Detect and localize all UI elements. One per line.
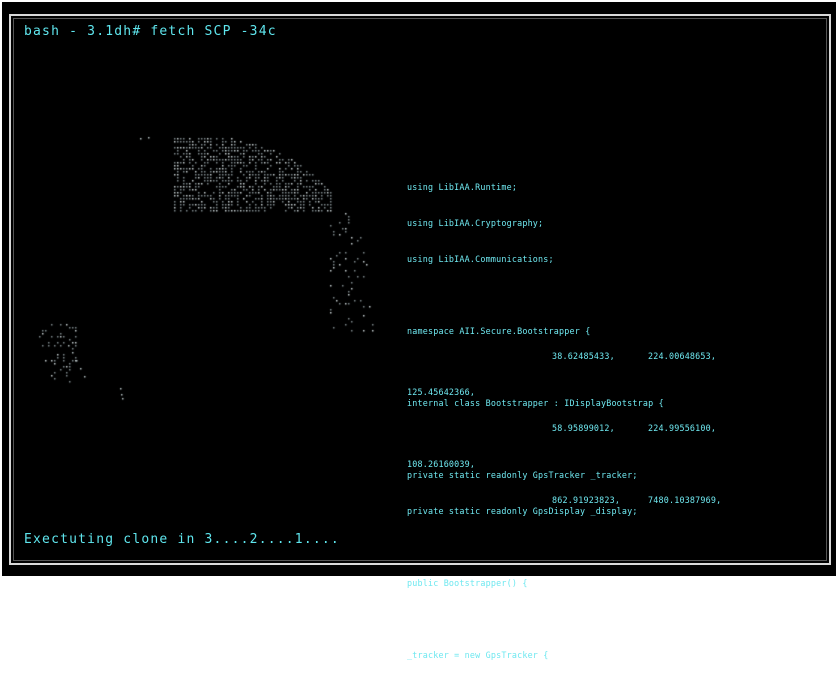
code-line: public Bootstrapper() { bbox=[407, 578, 528, 588]
gps-coordinates: 38.62485433, 224.00648653, 125.45642366,… bbox=[407, 326, 721, 518]
code-line: private static readonly GpsDisplay _disp… bbox=[407, 506, 638, 516]
coord-value: 862.91923823, bbox=[552, 495, 621, 505]
coord-value: 125.45642366, bbox=[407, 387, 476, 397]
coord-value: 7480.10387969, bbox=[648, 495, 722, 505]
coord-row: 108.26160039, bbox=[407, 458, 475, 470]
code-listing: using LibIAA.Runtime; using LibIAA.Crypt… bbox=[407, 157, 664, 673]
code-line: internal class Bootstrapper : IDisplayBo… bbox=[407, 398, 664, 408]
command-prompt: bash - 3.1dh# fetch SCP -34c bbox=[24, 24, 277, 39]
coord-row: 38.62485433, 224.00648653, bbox=[407, 350, 716, 362]
clone-status: Exectuting clone in 3....2....1.... bbox=[24, 532, 340, 547]
coord-value: 58.95899012, bbox=[552, 423, 615, 433]
coord-value: 224.00648653, bbox=[648, 351, 717, 361]
code-line: namespace AII.Secure.Bootstrapper { bbox=[407, 326, 591, 336]
coord-value: 108.26160039, bbox=[407, 459, 476, 469]
code-line: using LibIAA.Cryptography; bbox=[407, 218, 544, 228]
code-line: using LibIAA.Runtime; bbox=[407, 182, 518, 192]
code-line: using LibIAA.Communications; bbox=[407, 254, 554, 264]
coord-value: 224.99556100, bbox=[648, 423, 717, 433]
code-line: private static readonly GpsTracker _trac… bbox=[407, 470, 638, 480]
coord-row: 58.95899012, 224.99556100, bbox=[407, 422, 716, 434]
coord-row: 862.91923823, 7480.10387969, bbox=[407, 494, 721, 506]
coord-value: 38.62485433, bbox=[552, 351, 615, 361]
code-line: _tracker = new GpsTracker { bbox=[407, 650, 549, 660]
coord-row: 125.45642366, bbox=[407, 386, 475, 398]
